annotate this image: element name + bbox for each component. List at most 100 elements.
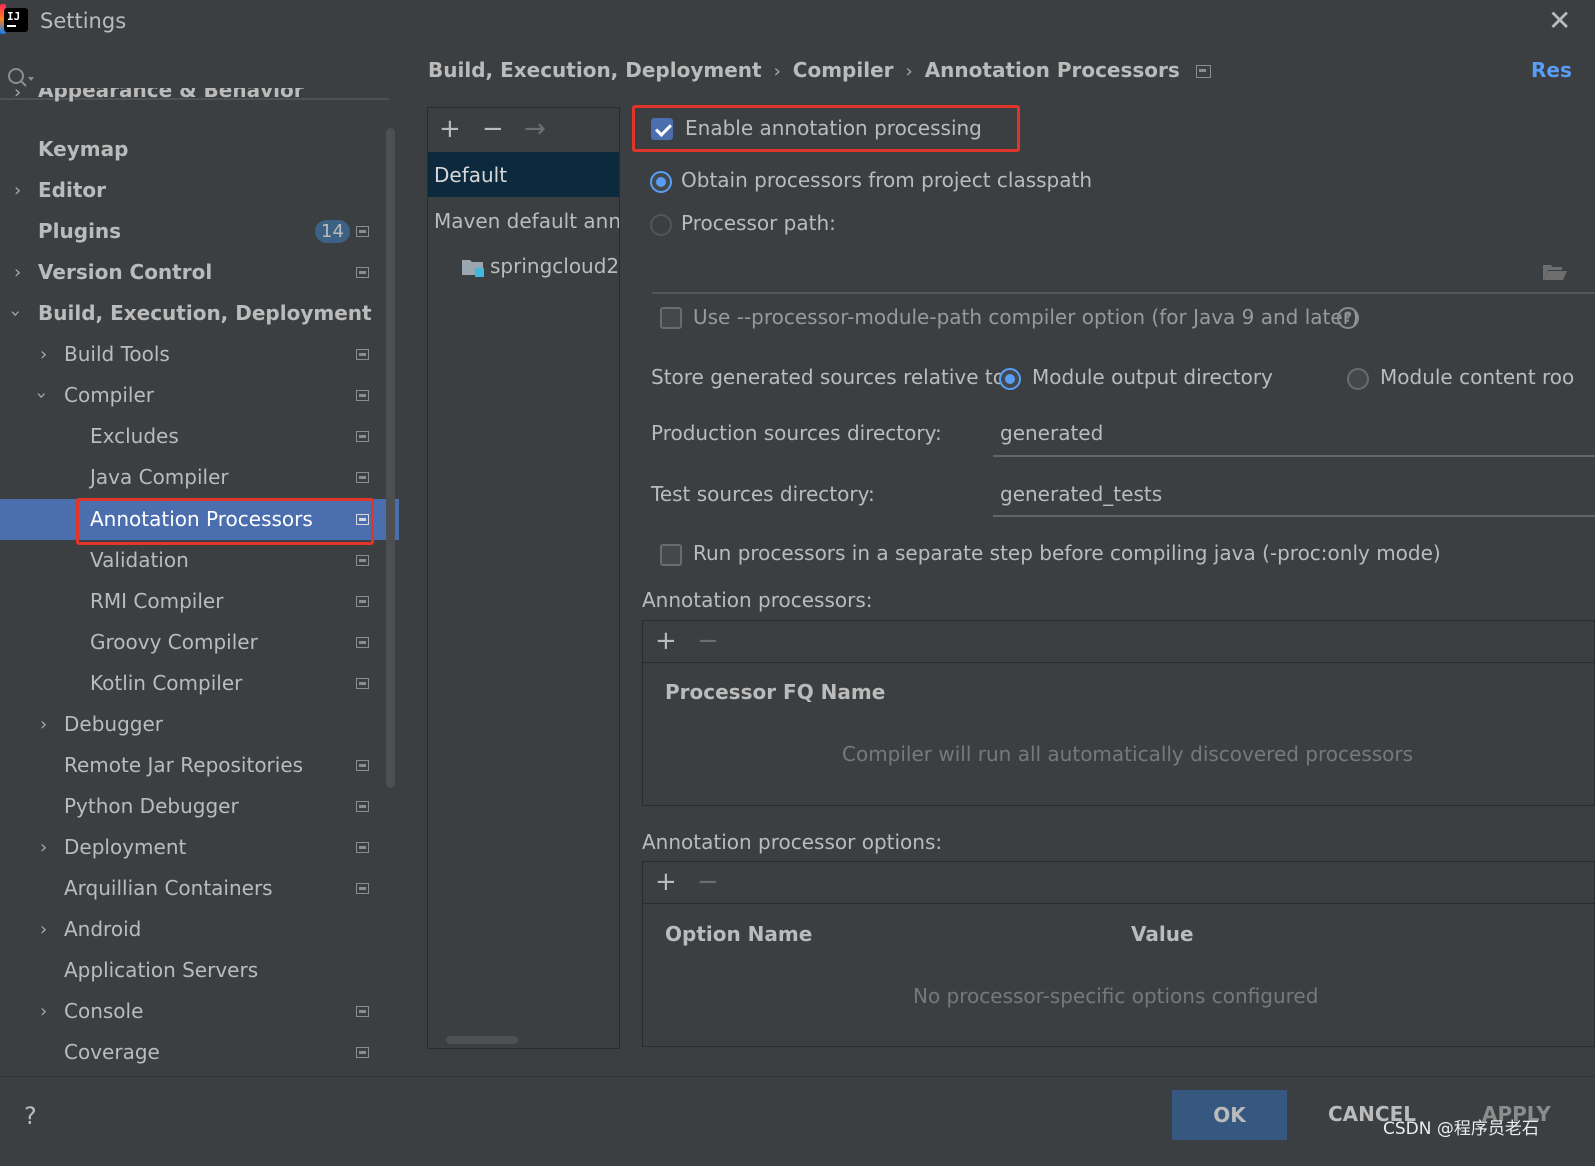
processor-path-radio[interactable] — [650, 214, 672, 236]
sidebar-item-arquillian-containers[interactable]: Arquillian Containers — [0, 868, 399, 909]
table-toolbar — [643, 621, 1594, 663]
processor-module-path-label[interactable]: Use --processor-module-path compiler opt… — [693, 305, 1359, 329]
sidebar-item-label: Plugins — [38, 219, 122, 243]
project-scope-icon — [356, 842, 369, 853]
module-content-root-radio[interactable] — [1347, 368, 1369, 390]
processor-path-input[interactable] — [652, 292, 1595, 294]
sidebar-item-deployment[interactable]: › Deployment — [0, 827, 399, 868]
option-name-column[interactable]: Option Name — [665, 922, 812, 946]
sidebar-item-validation[interactable]: Validation — [0, 540, 399, 581]
project-scope-icon — [356, 678, 369, 689]
breadcrumb-item: Annotation Processors — [924, 58, 1180, 82]
sidebar-item-annotation-processors[interactable]: Annotation Processors — [0, 499, 399, 540]
add-processor-button[interactable]: + — [655, 628, 677, 654]
sidebar-item-java-compiler[interactable]: Java Compiler — [0, 457, 399, 498]
sidebar-item-kotlin-compiler[interactable]: Kotlin Compiler — [0, 663, 399, 704]
profile-item-maven[interactable]: Maven default annc — [428, 200, 619, 240]
sidebar-item-remote-jar-repositories[interactable]: Remote Jar Repositories — [0, 745, 399, 786]
test-sources-underline — [993, 515, 1595, 517]
sidebar-item-editor[interactable]: › Editor — [0, 170, 399, 211]
chevron-right-icon: › — [40, 344, 48, 365]
project-scope-icon — [356, 883, 369, 894]
processor-fq-name-column[interactable]: Processor FQ Name — [665, 680, 885, 704]
processor-path-label[interactable]: Processor path: — [681, 211, 836, 235]
move-to-profile-button[interactable]: → — [524, 116, 546, 142]
sidebar-item-plugins[interactable]: Plugins 14 — [0, 211, 399, 252]
profile-module-item[interactable]: springcloud2( — [490, 244, 619, 288]
search-icon[interactable] — [6, 66, 36, 88]
enable-annotation-processing-label[interactable]: Enable annotation processing — [685, 116, 982, 140]
remove-profile-button[interactable]: − — [482, 116, 504, 142]
add-option-button[interactable]: + — [655, 869, 677, 895]
sidebar-item-label: Console — [64, 999, 144, 1023]
option-value-column[interactable]: Value — [1131, 922, 1194, 946]
project-scope-icon — [356, 431, 369, 442]
sidebar-item-label: Groovy Compiler — [90, 630, 258, 654]
sidebar-item-label: Validation — [90, 548, 189, 572]
sidebar-item-application-servers[interactable]: Application Servers — [0, 950, 399, 991]
profile-item-label: Default — [434, 163, 508, 187]
sidebar-item-android[interactable]: › Android — [0, 909, 399, 950]
remove-processor-button[interactable]: − — [697, 628, 719, 654]
processor-module-path-checkbox[interactable] — [660, 307, 682, 329]
sidebar-item-debugger[interactable]: › Debugger — [0, 704, 399, 745]
annotation-processor-options-title: Annotation processor options: — [642, 830, 943, 854]
breadcrumb-separator: › — [905, 61, 913, 82]
csdn-watermark: CSDN @程序员老石 — [1383, 1119, 1539, 1139]
breadcrumb-item[interactable]: Build, Execution, Deployment — [428, 58, 762, 82]
project-scope-icon — [356, 801, 369, 812]
profiles-scrollbar[interactable] — [446, 1036, 518, 1044]
sidebar-item-compiler[interactable]: › Compiler — [0, 375, 399, 416]
chevron-right-icon: › — [14, 180, 22, 201]
processors-empty-text: Compiler will run all automatically disc… — [842, 742, 1414, 766]
reset-link[interactable]: Res — [1531, 58, 1572, 82]
obtain-from-classpath-radio[interactable] — [650, 171, 672, 193]
project-scope-icon — [356, 760, 369, 771]
sidebar-item-rmi-compiler[interactable]: RMI Compiler — [0, 581, 399, 622]
enable-annotation-processing-checkbox[interactable] — [651, 118, 673, 140]
sidebar-item-build-tools[interactable]: › Build Tools — [0, 334, 399, 375]
test-sources-input[interactable]: generated_tests — [1000, 482, 1162, 506]
sidebar-item-label: Application Servers — [64, 958, 259, 982]
close-icon[interactable]: ✕ — [1548, 4, 1571, 37]
sidebar-item-label: Keymap — [38, 137, 129, 161]
sidebar-item-keymap[interactable]: Keymap — [0, 129, 399, 170]
run-processors-separately-checkbox[interactable] — [660, 544, 682, 566]
breadcrumb-item[interactable]: Compiler — [793, 58, 894, 82]
chevron-right-icon: › — [40, 919, 48, 940]
plugins-update-badge: 14 — [315, 220, 350, 243]
sidebar-item-label: Appearance & Behavior — [38, 88, 304, 102]
obtain-from-classpath-label[interactable]: Obtain processors from project classpath — [681, 168, 1092, 192]
sidebar-item-console[interactable]: › Console — [0, 991, 399, 1032]
module-output-directory-radio[interactable] — [999, 368, 1021, 390]
module-output-directory-label[interactable]: Module output directory — [1032, 365, 1273, 389]
ok-button[interactable]: OK — [1172, 1090, 1287, 1140]
run-processors-separately-label[interactable]: Run processors in a separate step before… — [693, 541, 1441, 565]
remove-option-button[interactable]: − — [697, 869, 719, 895]
project-scope-icon — [356, 596, 369, 607]
add-profile-button[interactable]: + — [439, 116, 461, 142]
folder-open-icon[interactable] — [1542, 262, 1568, 282]
sidebar-item-python-debugger[interactable]: Python Debugger — [0, 786, 399, 827]
sidebar-item-label: Kotlin Compiler — [90, 671, 243, 695]
sidebar-item-coverage[interactable]: Coverage — [0, 1032, 399, 1073]
help-button[interactable]: ? — [24, 1102, 37, 1130]
project-scope-icon — [356, 1006, 369, 1017]
chevron-right-icon: › — [40, 714, 48, 735]
project-scope-icon — [356, 472, 369, 483]
project-scope-icon — [356, 390, 369, 401]
sidebar-item-build-execution-deployment[interactable]: › Build, Execution, Deployment — [0, 293, 399, 334]
window-title: Settings — [40, 9, 127, 33]
sidebar-scrollbar[interactable] — [386, 128, 395, 788]
sidebar-item-groovy-compiler[interactable]: Groovy Compiler — [0, 622, 399, 663]
annotation-processors-title: Annotation processors: — [642, 588, 873, 612]
sidebar-item-label: Excludes — [90, 424, 179, 448]
help-icon[interactable]: ? — [1337, 307, 1359, 329]
sidebar-item-label: Debugger — [64, 712, 163, 736]
sidebar-item-appearance[interactable]: › Appearance & Behavior — [0, 88, 399, 118]
sidebar-item-version-control[interactable]: › Version Control — [0, 252, 399, 293]
project-scope-icon — [1195, 65, 1211, 78]
module-content-root-label[interactable]: Module content roo — [1380, 365, 1574, 389]
sidebar-item-excludes[interactable]: Excludes — [0, 416, 399, 457]
production-sources-input[interactable]: generated — [1000, 421, 1103, 445]
